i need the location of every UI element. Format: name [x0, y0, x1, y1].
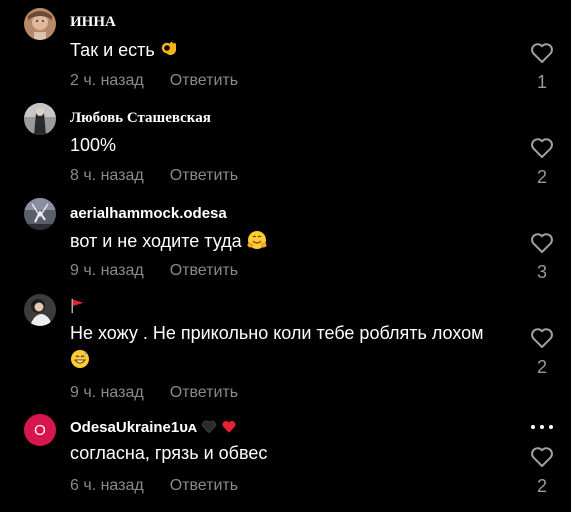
- comment-text: Так и есть: [70, 37, 490, 64]
- heart-icon: [531, 328, 553, 348]
- comment-text-content: Не хожу . Не прикольно коли тебе роблять…: [70, 323, 484, 343]
- heart-icon: [531, 447, 553, 467]
- like-count: 3: [536, 262, 547, 282]
- like-count: 2: [536, 357, 547, 377]
- like-button[interactable]: 2: [527, 327, 557, 378]
- avatar[interactable]: [24, 8, 56, 40]
- comment-author[interactable]: [70, 298, 86, 315]
- comment-time: 9 ч. назад: [70, 262, 144, 279]
- like-button[interactable]: 2: [527, 446, 557, 497]
- comment-meta: 2 ч. назад Ответить: [70, 72, 238, 90]
- grinning-sweat-emoji-icon: [70, 349, 90, 369]
- like-count: 2: [536, 167, 547, 187]
- comment-author[interactable]: OdesaUkraine1ᴜᴀ: [70, 419, 237, 436]
- comment-time: 9 ч. назад: [70, 384, 144, 401]
- comment-text: согласна, грязь и обвес: [70, 443, 268, 463]
- comment-time: 8 ч. назад: [70, 167, 144, 184]
- reply-button[interactable]: Ответить: [170, 167, 238, 184]
- reply-button[interactable]: Ответить: [170, 262, 238, 279]
- heart-icon: [531, 43, 553, 63]
- red-heart-icon: [221, 419, 237, 435]
- reply-button[interactable]: Ответить: [170, 477, 238, 494]
- like-button[interactable]: 2: [527, 137, 557, 188]
- like-count: 1: [536, 72, 547, 92]
- avatar[interactable]: [24, 103, 56, 135]
- comment-author[interactable]: aerialhammock.odesa: [70, 205, 227, 222]
- comment-meta: 9 ч. назад Ответить: [70, 262, 238, 280]
- comment-text: 100%: [70, 135, 117, 155]
- red-flag-icon: [70, 298, 86, 314]
- like-button[interactable]: 3: [527, 232, 557, 283]
- black-heart-icon: [201, 419, 217, 435]
- avatar[interactable]: O: [24, 414, 56, 446]
- comment-author-name: OdesaUkraine1ᴜᴀ: [70, 419, 197, 436]
- like-button[interactable]: 1: [527, 42, 557, 93]
- comment-time: 2 ч. назад: [70, 72, 144, 89]
- heart-icon: [531, 233, 553, 253]
- avatar[interactable]: [24, 198, 56, 230]
- comment-text: Не хожу . Не прикольно коли тебе роблять…: [70, 320, 490, 374]
- reply-button[interactable]: Ответить: [170, 72, 238, 89]
- ok-hand-emoji-icon: [160, 39, 180, 59]
- avatar[interactable]: [24, 294, 56, 326]
- comment-text-content: вот и не ходите туда: [70, 231, 242, 251]
- heart-icon: [531, 138, 553, 158]
- comment-author[interactable]: ИННА: [70, 14, 116, 31]
- comment-text-content: Так и есть: [70, 40, 155, 60]
- comment-time: 6 ч. назад: [70, 477, 144, 494]
- more-options-icon[interactable]: [527, 425, 557, 429]
- comment-meta: 6 ч. назад Ответить: [70, 477, 238, 495]
- comment-text: вот и не ходите туда: [70, 228, 490, 255]
- avatar-letter: O: [34, 421, 46, 439]
- comment-author[interactable]: Любовь Сташевская: [70, 110, 211, 127]
- comment-meta: 8 ч. назад Ответить: [70, 167, 238, 185]
- like-count: 2: [536, 476, 547, 496]
- reply-button[interactable]: Ответить: [170, 384, 238, 401]
- comment-meta: 9 ч. назад Ответить: [70, 384, 238, 402]
- hugging-face-emoji-icon: [247, 230, 267, 250]
